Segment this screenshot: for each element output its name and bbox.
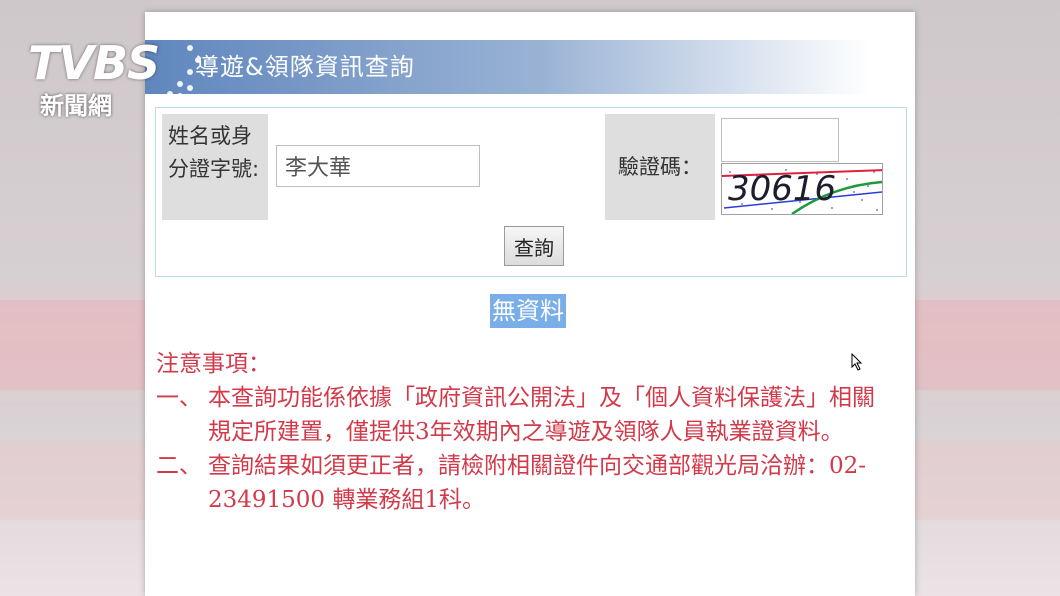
logo-brand: TVBS bbox=[28, 36, 160, 90]
note-text: 本查詢功能係依據「政府資訊公開法」及「個人資料保護法」相關規定所建置，僅提供3年… bbox=[208, 385, 875, 445]
name-id-label: 姓名或身分證字號: bbox=[162, 114, 268, 220]
background-blur-right-lower bbox=[915, 440, 1060, 520]
query-button[interactable]: 查詢 bbox=[504, 226, 564, 266]
captcha-code: 30616 bbox=[728, 169, 836, 209]
captcha-graphic: 30616 bbox=[722, 169, 882, 214]
page-title-bar: 導遊&領隊資訊查詢 bbox=[145, 40, 870, 94]
note-number: 二、 bbox=[156, 453, 202, 479]
page-title: 導遊&領隊資訊查詢 bbox=[195, 53, 415, 81]
captcha-input[interactable] bbox=[721, 118, 839, 162]
name-id-input[interactable] bbox=[276, 145, 480, 187]
captcha-image: 30616 bbox=[721, 163, 883, 215]
note-item: 一、 本查詢功能係依據「政府資訊公開法」及「個人資料保護法」相關規定所建置，僅提… bbox=[156, 381, 896, 449]
note-number: 一、 bbox=[156, 385, 202, 411]
tvbs-logo: TVBS 新聞網 bbox=[28, 18, 208, 120]
result-message: 無資料 bbox=[490, 294, 566, 328]
background-blur-left-lower bbox=[0, 440, 145, 520]
captcha-label: 驗證碼： bbox=[605, 114, 715, 220]
notes-heading: 注意事項： bbox=[156, 351, 271, 377]
notes-section: 注意事項： 一、 本查詢功能係依據「政府資訊公開法」及「個人資料保護法」相關規定… bbox=[156, 347, 896, 517]
logo-subtitle: 新聞網 bbox=[40, 92, 112, 120]
query-page: 導遊&領隊資訊查詢 姓名或身分證字號: 驗證碼： 30616 查詢 bbox=[145, 12, 915, 596]
background-blur-right bbox=[915, 300, 1060, 390]
query-form: 姓名或身分證字號: 驗證碼： 30616 查詢 bbox=[155, 107, 907, 277]
note-text: 查詢結果如須更正者，請檢附相關證件向交通部觀光局洽辦：02-23491500 轉… bbox=[208, 453, 867, 513]
note-item: 二、 查詢結果如須更正者，請檢附相關證件向交通部觀光局洽辦：02-2349150… bbox=[156, 449, 896, 517]
background-blur-left bbox=[0, 300, 145, 390]
